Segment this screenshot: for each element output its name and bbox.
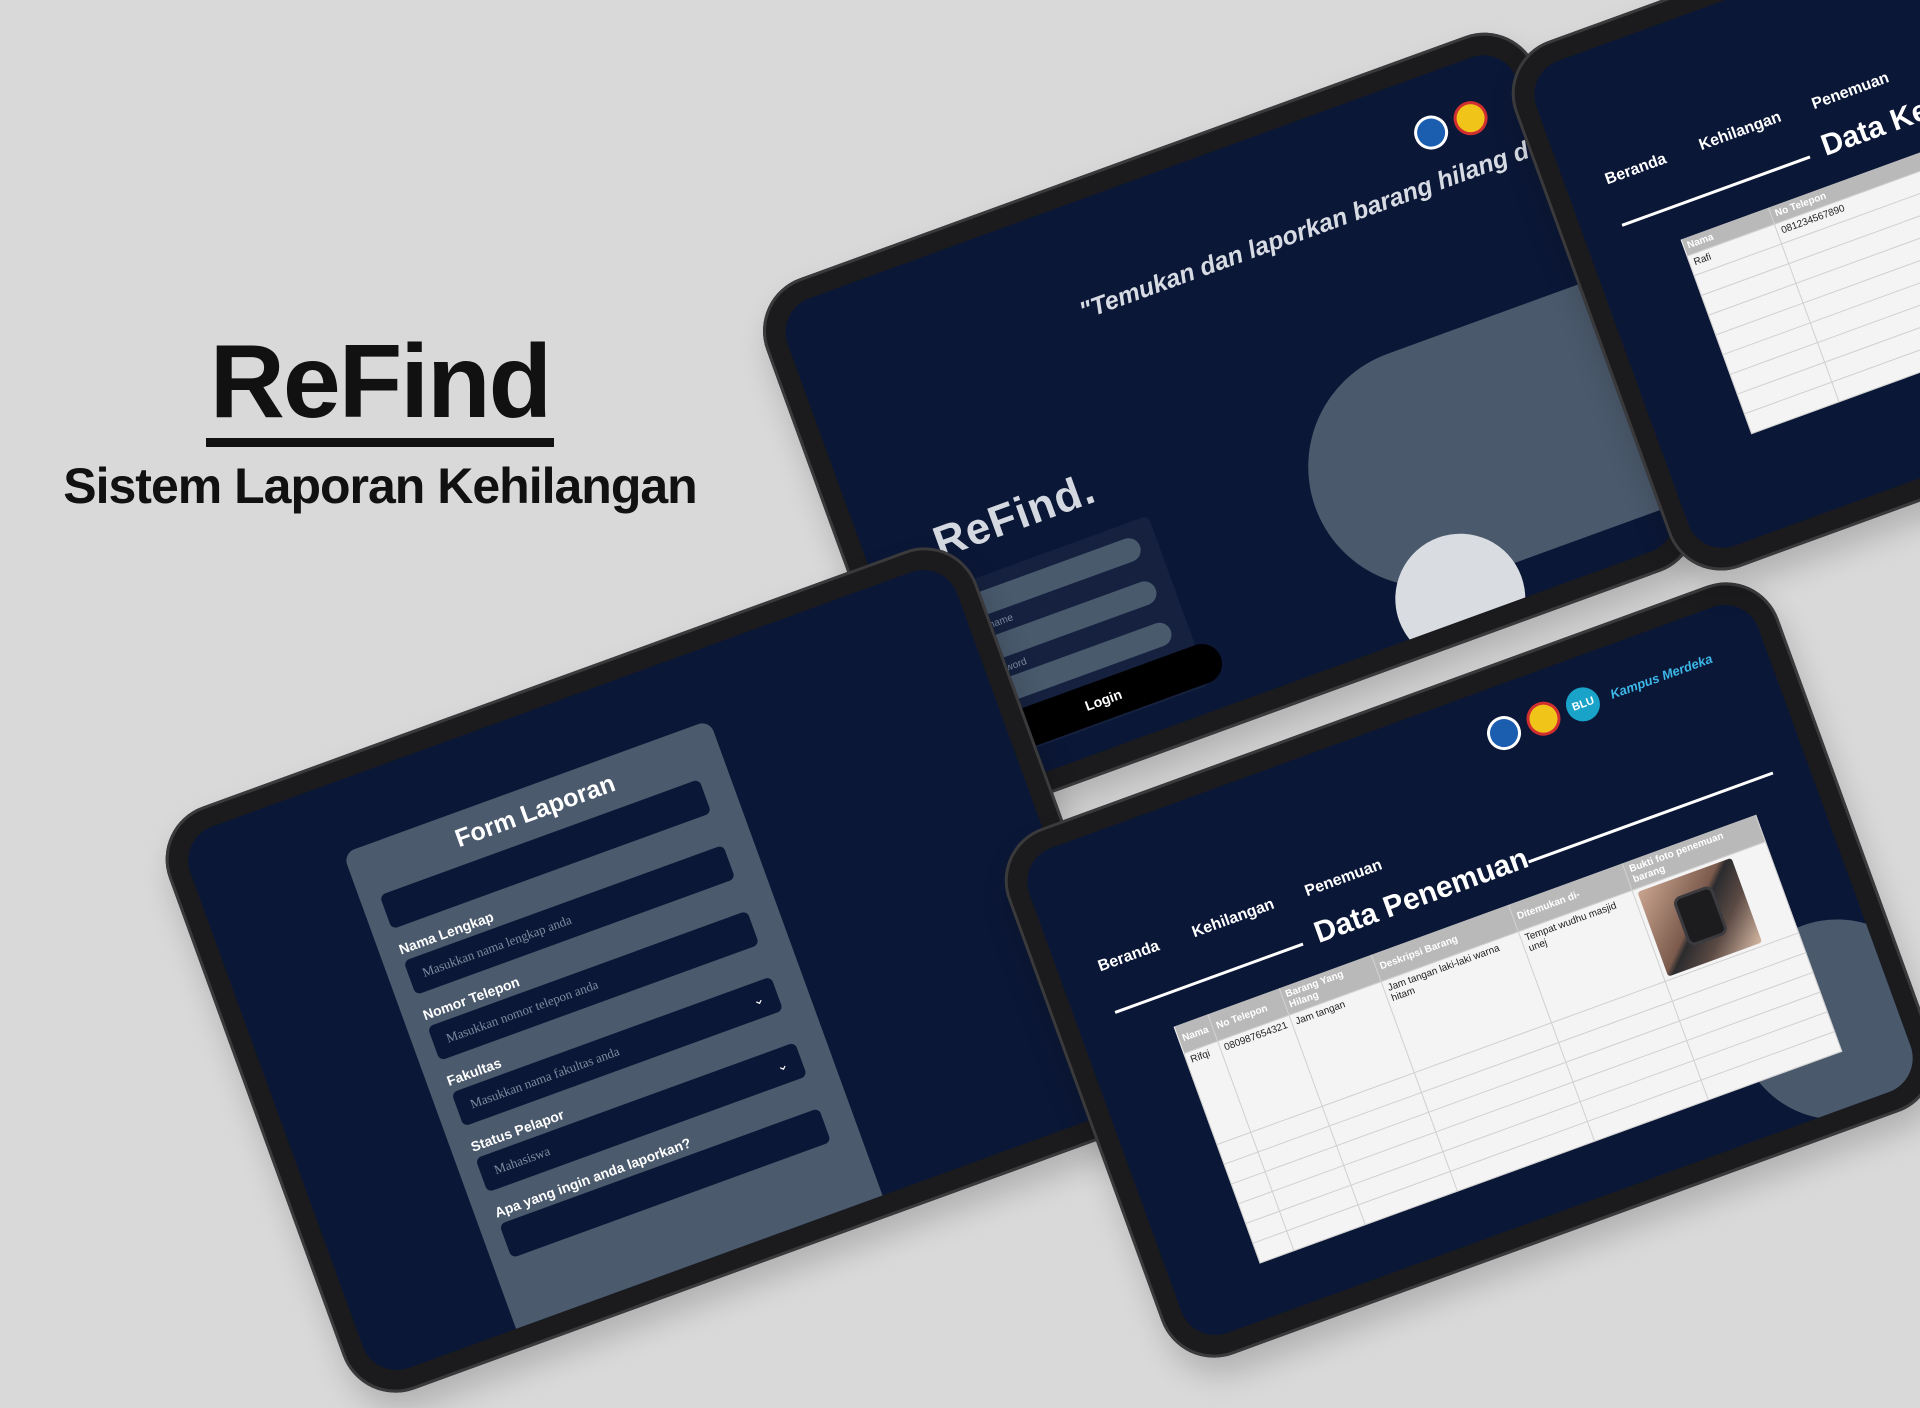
chevron-down-icon: ⌄ [750, 991, 767, 1010]
hero-subtitle: Sistem Laporan Kehilangan [63, 458, 697, 514]
hero: ReFind Sistem Laporan Kehilangan [40, 330, 720, 515]
nav-beranda[interactable]: Beranda [1096, 937, 1162, 976]
fakultas-placeholder: Masukkan nama fakultas anda [467, 1043, 622, 1112]
kemdikbud-logo-icon [1482, 711, 1527, 755]
nav-kehilangan[interactable]: Kehilangan [1190, 896, 1277, 942]
kampus-merdeka-text: Kampus Merdeka [1607, 650, 1715, 702]
logo-row [1409, 96, 1493, 155]
chevron-down-icon: ⌄ [774, 1056, 791, 1076]
form-screen: Form Laporan Nama Lengkap Masukkan nama … [178, 559, 1142, 1381]
login-quote: "Temukan dan laporkan barang hilang deng… [1075, 76, 1685, 326]
watch-image [1672, 884, 1730, 948]
nav-beranda[interactable]: Beranda [1603, 150, 1669, 189]
university-logo-icon [1522, 696, 1566, 741]
hero-title: ReFind [205, 330, 555, 447]
logo-row: BLU Kampus Merdeka [1482, 640, 1722, 755]
blu-logo-icon: BLU [1561, 682, 1606, 727]
university-logo-icon [1448, 96, 1493, 141]
form-panel: Form Laporan Nama Lengkap Masukkan nama … [342, 720, 915, 1381]
nav-penemuan[interactable]: Penemuan [1810, 69, 1892, 114]
nama-placeholder: Masukkan nama lengkap anda [420, 911, 574, 980]
telepon-placeholder: Masukkan nomor telepon anda [444, 976, 601, 1046]
kampus-merdeka-logo-icon: Kampus Merdeka [1601, 640, 1721, 712]
kemdikbud-logo-icon [1409, 110, 1453, 155]
nav-penemuan[interactable]: Penemuan [1303, 856, 1385, 901]
status-value: Mahasiswa [491, 1143, 553, 1178]
nav-kehilangan[interactable]: Kehilangan [1697, 109, 1784, 155]
